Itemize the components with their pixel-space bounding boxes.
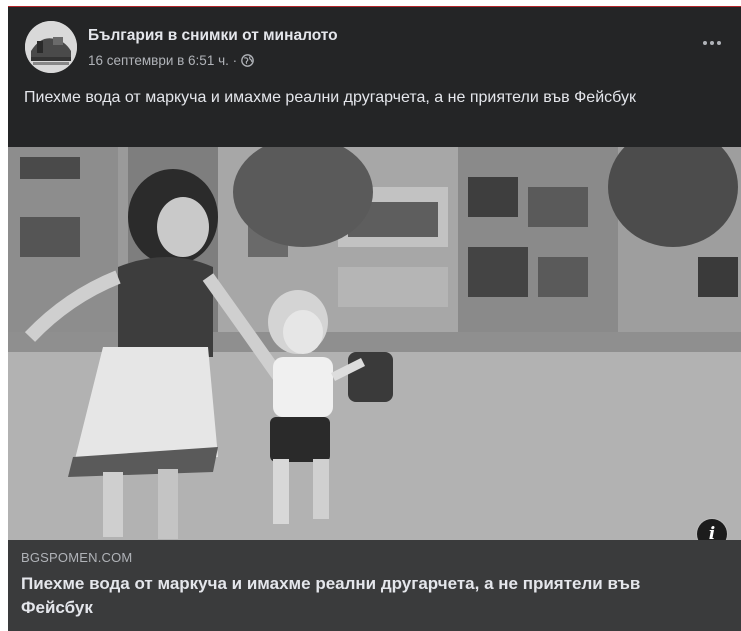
- post-card: България в снимки от миналото 16 септемв…: [8, 6, 741, 631]
- link-title[interactable]: Пиехме вода от маркуча и имахме реални д…: [21, 572, 681, 620]
- avatar-image: [25, 21, 77, 73]
- page-avatar[interactable]: [25, 21, 77, 73]
- more-dot: [717, 41, 721, 45]
- globe-icon: [241, 54, 254, 67]
- post-photo[interactable]: [8, 147, 741, 540]
- post-timestamp[interactable]: 16 септември в 6:51 ч. ·: [88, 53, 237, 68]
- post-header: България в снимки от миналото 16 септемв…: [8, 7, 741, 85]
- more-dot: [710, 41, 714, 45]
- more-dot: [703, 41, 707, 45]
- page-name[interactable]: България в снимки от миналото: [88, 27, 338, 45]
- link-preview[interactable]: BGSPOMEN.COM Пиехме вода от маркуча и им…: [8, 540, 741, 631]
- more-options-icon[interactable]: [697, 33, 727, 53]
- post-meta: 16 септември в 6:51 ч. ·: [88, 53, 254, 68]
- post-text: Пиехме вода от маркуча и имахме реални д…: [24, 89, 636, 106]
- photo-children-running: [8, 147, 741, 540]
- link-domain: BGSPOMEN.COM: [21, 550, 133, 565]
